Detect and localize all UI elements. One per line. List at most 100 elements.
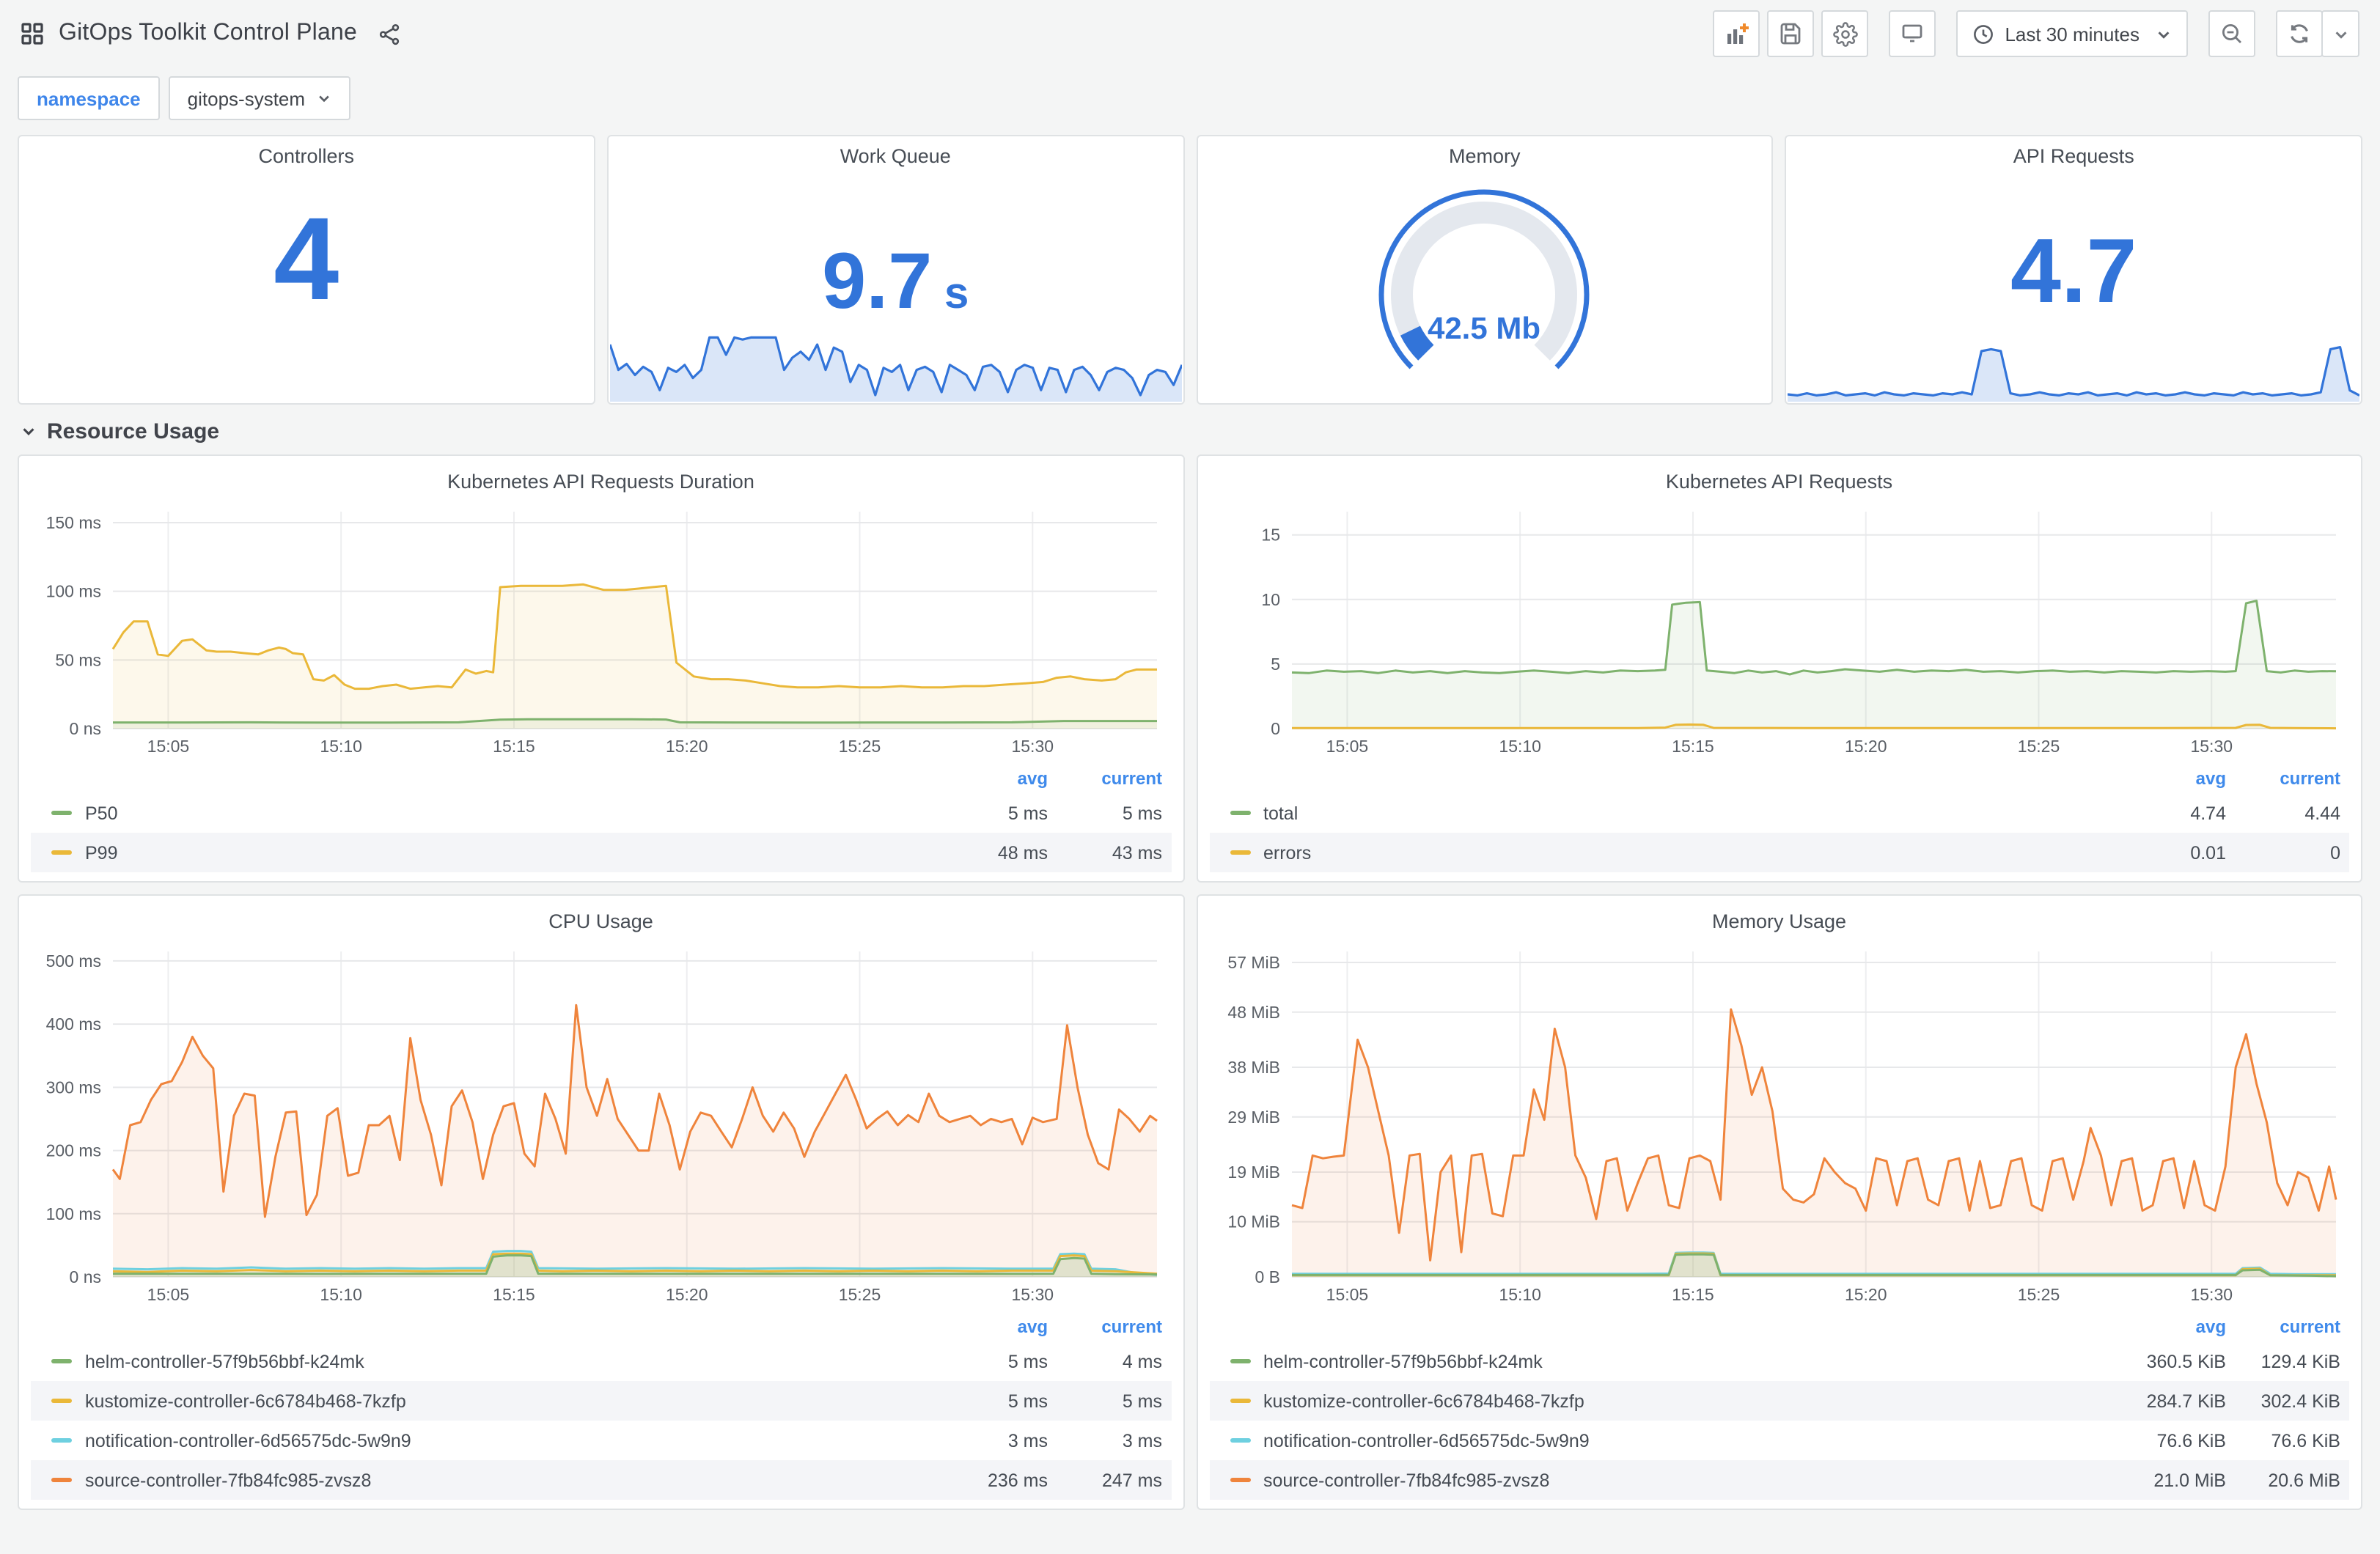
legend-sort-current[interactable]: current — [1048, 768, 1162, 789]
series-label[interactable]: source-controller-7fb84fc985-zvsz8 — [1263, 1470, 2094, 1490]
legend-sort-current[interactable]: current — [1048, 1317, 1162, 1337]
legend-header: avg current — [1209, 1312, 2349, 1341]
panel-title[interactable]: Memory Usage — [1209, 902, 2349, 940]
series-color-marker[interactable] — [1230, 811, 1250, 815]
add-panel-button[interactable] — [1713, 10, 1760, 57]
svg-text:0 ns: 0 ns — [70, 1267, 101, 1286]
svg-text:15:20: 15:20 — [666, 1285, 708, 1304]
legend-row: kustomize-controller-6c6784b468-7kzfp 284… — [1209, 1381, 2349, 1421]
series-label[interactable]: P99 — [85, 842, 916, 863]
chart-row-2: CPU Usage 0 ns 100 ms 200 ms 300 ms 400 ms 50… — [18, 894, 2362, 1510]
svg-text:15:10: 15:10 — [1498, 737, 1540, 756]
legend-row: total 4.74 4.44 — [1209, 793, 2349, 833]
svg-text:15:05: 15:05 — [147, 737, 190, 756]
dashboard-header: GitOps Toolkit Control Plane Last 30 min… — [0, 0, 2380, 67]
panel-title[interactable]: Kubernetes API Requests Duration — [31, 462, 1171, 500]
series-color-marker[interactable] — [51, 1399, 72, 1403]
svg-text:15: 15 — [1260, 526, 1279, 545]
series-color-marker[interactable] — [51, 850, 72, 855]
legend-sort-avg[interactable]: avg — [916, 1317, 1048, 1337]
series-color-marker[interactable] — [1230, 1478, 1250, 1482]
panel-title[interactable]: Controllers — [19, 136, 594, 174]
page-title: GitOps Toolkit Control Plane — [59, 21, 357, 45]
series-color-marker[interactable] — [51, 1478, 72, 1482]
series-color-marker[interactable] — [1230, 1399, 1250, 1403]
panel-api-requests: API Requests 4.7 — [1785, 135, 2362, 405]
timeseries-plot[interactable]: 0 ns 100 ms 200 ms 300 ms 400 ms 500 ms 15:05 1… — [31, 940, 1171, 1309]
timeseries-plot[interactable]: 0 ns 50 ms 100 ms 150 ms 15:05 15:10 15:15 15:2… — [31, 500, 1171, 761]
legend-sort-avg[interactable]: avg — [916, 768, 1048, 789]
series-color-marker[interactable] — [51, 1359, 72, 1363]
legend-row: errors 0.01 0 — [1209, 833, 2349, 872]
dashboard-root: GitOps Toolkit Control Plane Last 30 min… — [0, 0, 2380, 1554]
series-label[interactable]: P50 — [85, 803, 916, 823]
svg-text:38 MiB: 38 MiB — [1227, 1058, 1279, 1077]
save-dashboard-button[interactable] — [1767, 10, 1815, 57]
series-label[interactable]: total — [1263, 803, 2094, 823]
work-queue-sparkline[interactable] — [608, 296, 1183, 402]
series-color-marker[interactable] — [51, 811, 72, 815]
series-color-marker[interactable] — [1230, 1438, 1250, 1443]
legend-row: P99 48 ms 43 ms — [31, 833, 1171, 872]
cycle-view-button[interactable] — [1889, 10, 1936, 57]
svg-text:15:30: 15:30 — [2189, 737, 2232, 756]
series-label[interactable]: source-controller-7fb84fc985-zvsz8 — [85, 1470, 916, 1490]
dashboard-settings-button[interactable] — [1821, 10, 1869, 57]
series-label[interactable]: notification-controller-6d56575dc-5w9n9 — [1263, 1430, 2094, 1451]
panel-title[interactable]: Work Queue — [609, 136, 1183, 174]
series-label[interactable]: helm-controller-57f9b56bbf-k24mk — [1263, 1351, 2094, 1371]
apps-grid-icon[interactable] — [21, 22, 44, 45]
svg-text:57 MiB: 57 MiB — [1227, 953, 1279, 972]
legend-row: kustomize-controller-6c6784b468-7kzfp 5 m… — [31, 1381, 1171, 1421]
svg-text:15:05: 15:05 — [1326, 737, 1368, 756]
series-current-value: 302.4 KiB — [2260, 1391, 2340, 1411]
series-color-marker[interactable] — [1230, 850, 1250, 855]
series-label[interactable]: helm-controller-57f9b56bbf-k24mk — [85, 1351, 916, 1371]
series-current-value: 4.44 — [2304, 803, 2340, 823]
legend-sort-avg[interactable]: avg — [2094, 1317, 2226, 1337]
panel-k8s-api-requests: Kubernetes API Requests 0 5 10 15 15:05 15:10… — [1196, 454, 2362, 883]
refresh-interval-dropdown[interactable] — [2321, 10, 2359, 57]
legend-sort-avg[interactable]: avg — [2094, 768, 2226, 789]
timeseries-plot[interactable]: 0 B 10 MiB 19 MiB 29 MiB 38 MiB 48 MiB 57 MiB 1… — [1209, 940, 2349, 1309]
series-label[interactable]: errors — [1263, 842, 2094, 863]
stat-panels-row: Controllers 4 Work Queue 9.7 s Memory 42… — [18, 135, 2362, 405]
api-requests-sparkline[interactable] — [1788, 299, 2361, 402]
series-color-marker[interactable] — [1230, 1359, 1250, 1363]
memory-gauge[interactable]: 42.5 Mb — [1197, 177, 1772, 383]
legend: avg current helm-controller-57f9b56bbf-k24… — [1209, 1312, 2349, 1500]
panel-memory: Memory 42.5 Mb — [1196, 135, 1774, 405]
svg-text:15:10: 15:10 — [320, 1285, 362, 1304]
svg-text:10 MiB: 10 MiB — [1227, 1212, 1279, 1231]
panel-title[interactable]: Kubernetes API Requests — [1209, 462, 2349, 500]
svg-text:15:10: 15:10 — [320, 737, 362, 756]
zoom-out-button[interactable] — [2208, 10, 2255, 57]
svg-text:15:30: 15:30 — [1011, 1285, 1054, 1304]
svg-text:300 ms: 300 ms — [46, 1078, 101, 1097]
svg-text:15:20: 15:20 — [666, 737, 708, 756]
series-label[interactable]: notification-controller-6d56575dc-5w9n9 — [85, 1430, 916, 1451]
panel-title[interactable]: CPU Usage — [31, 902, 1171, 940]
panel-title[interactable]: Memory — [1197, 136, 1772, 174]
share-icon[interactable] — [378, 23, 400, 45]
svg-text:15:25: 15:25 — [2017, 737, 2060, 756]
variable-namespace-select[interactable]: gitops-system — [168, 76, 351, 120]
legend-sort-current[interactable]: current — [2226, 1317, 2340, 1337]
panel-title[interactable]: API Requests — [1787, 136, 2362, 174]
series-color-marker[interactable] — [51, 1438, 72, 1443]
legend-row: helm-controller-57f9b56bbf-k24mk 360.5 Ki… — [1209, 1341, 2349, 1381]
svg-text:10: 10 — [1260, 590, 1279, 609]
timeseries-plot[interactable]: 0 5 10 15 15:05 15:10 15:15 15:20 15:25 15:30 — [1209, 500, 2349, 761]
stat-value-controllers: 4 — [273, 194, 339, 324]
row-toggle-resource-usage[interactable]: Resource Usage — [18, 408, 2362, 454]
legend: avg current helm-controller-57f9b56bbf-k24… — [31, 1312, 1171, 1500]
series-label[interactable]: kustomize-controller-6c6784b468-7kzfp — [1263, 1391, 2094, 1411]
variables-row: namespace gitops-system — [0, 67, 2380, 135]
svg-text:15:25: 15:25 — [839, 737, 881, 756]
refresh-button[interactable] — [2276, 10, 2323, 57]
series-label[interactable]: kustomize-controller-6c6784b468-7kzfp — [85, 1391, 916, 1411]
panel-work-queue: Work Queue 9.7 s — [606, 135, 1184, 405]
series-avg-value: 21.0 MiB — [2153, 1470, 2226, 1490]
time-range-picker[interactable]: Last 30 minutes — [1956, 10, 2188, 57]
legend-sort-current[interactable]: current — [2226, 768, 2340, 789]
